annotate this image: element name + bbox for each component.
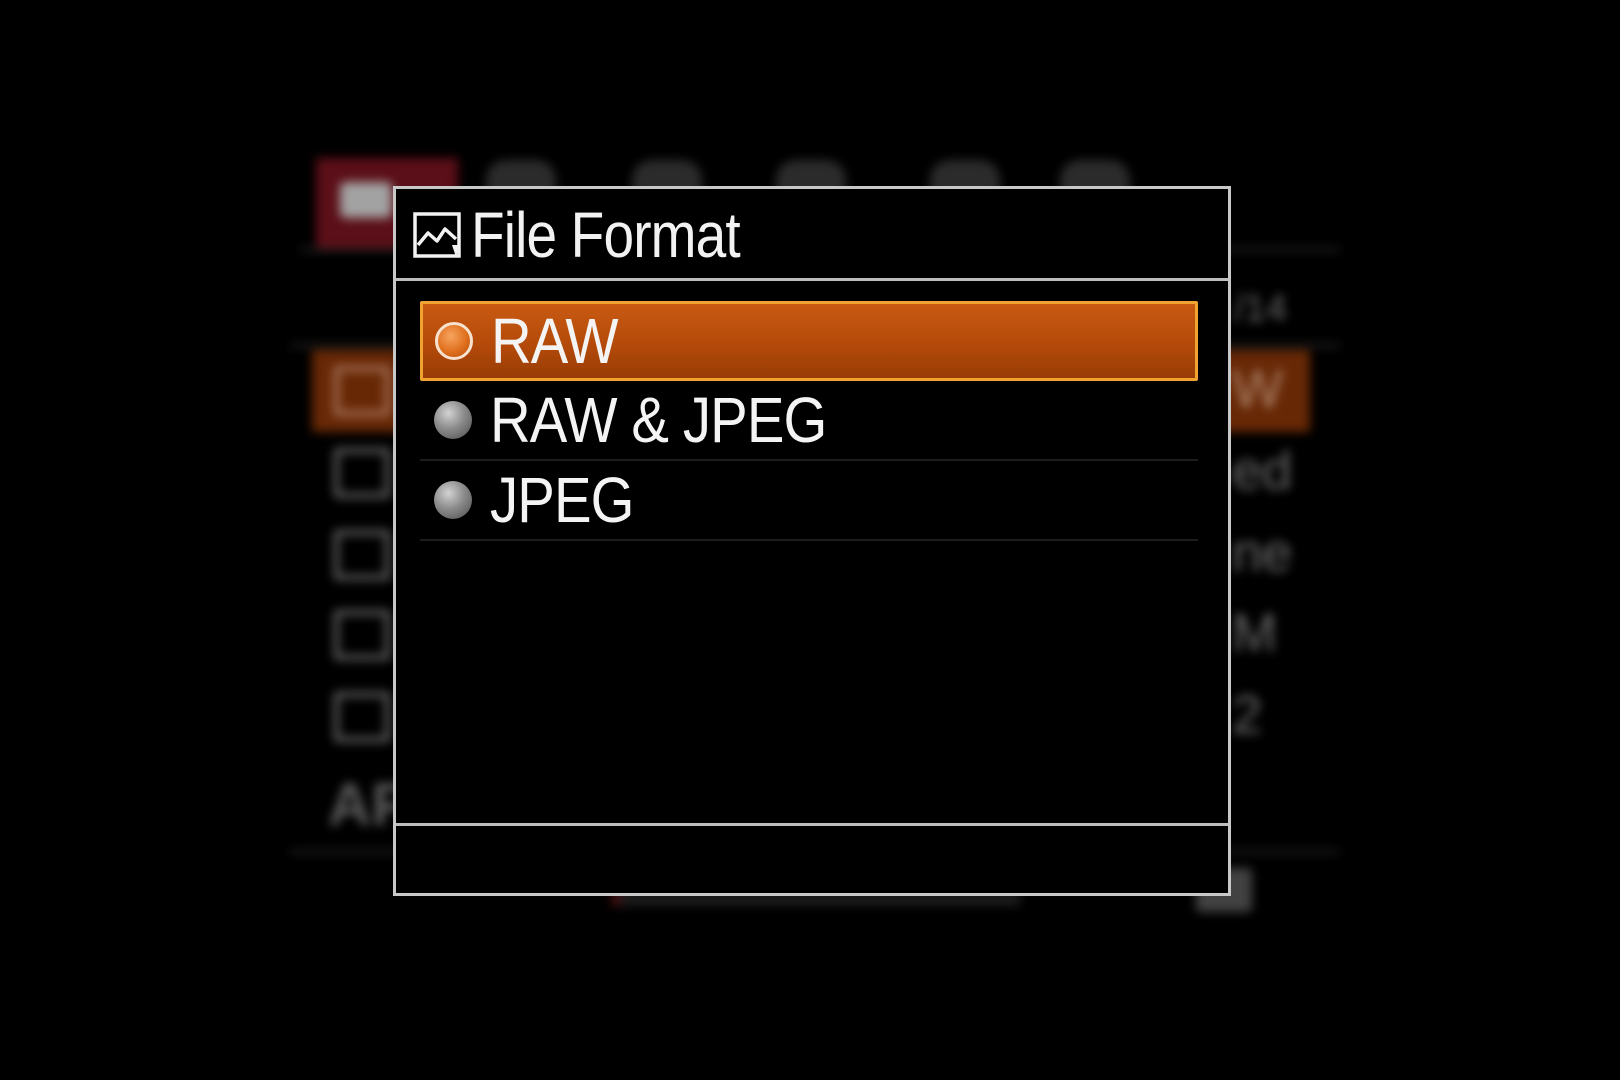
dialog-footer xyxy=(396,823,1228,893)
row-icon xyxy=(334,530,390,580)
file-format-dialog: File Format RAW RAW & JPEG JPEG xyxy=(393,186,1231,896)
option-label: RAW xyxy=(491,305,619,377)
row-icon xyxy=(334,366,390,416)
background-text: ed xyxy=(1232,441,1293,501)
background-text: /14 xyxy=(1234,288,1287,330)
option-raw-jpeg[interactable]: RAW & JPEG xyxy=(420,381,1198,461)
radio-unselected-icon[interactable] xyxy=(434,481,472,519)
row-icon xyxy=(334,610,390,660)
camera-glyph-icon xyxy=(340,182,392,218)
row-icon xyxy=(334,692,390,742)
background-text: ne xyxy=(1232,523,1293,583)
row-icon xyxy=(334,448,390,498)
camera-screen: AP /14 W ed ne M 2 File Format RAW RAW &… xyxy=(0,0,1620,1080)
format-options-list: RAW RAW & JPEG JPEG xyxy=(420,301,1198,541)
option-raw[interactable]: RAW xyxy=(420,301,1198,381)
background-text: 2 xyxy=(1232,685,1263,745)
image-file-icon xyxy=(413,212,461,258)
background-text: W xyxy=(1232,359,1283,419)
dialog-title: File Format xyxy=(471,199,741,271)
option-jpeg[interactable]: JPEG xyxy=(420,461,1198,541)
dialog-header: File Format xyxy=(396,189,1228,281)
option-label: RAW & JPEG xyxy=(490,384,827,456)
option-label: JPEG xyxy=(490,464,634,536)
radio-selected-icon[interactable] xyxy=(435,322,473,360)
background-text: M xyxy=(1232,603,1277,663)
radio-unselected-icon[interactable] xyxy=(434,401,472,439)
